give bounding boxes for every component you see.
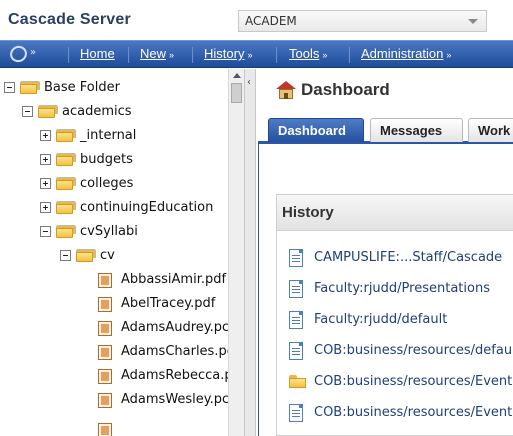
nav-separator [192,47,193,63]
history-link[interactable]: Faculty:rjudd/Presentations [314,281,490,296]
site-select-value: ACADEM [245,14,297,28]
pdf-icon [98,345,112,360]
folder-icon [289,375,306,388]
tree-item-label: cv [100,248,115,263]
tab-label: Work [478,123,511,138]
cascade-menu-button[interactable]: » [7,43,37,65]
folder-icon [56,177,76,190]
site-select[interactable]: ACADEM [238,10,487,32]
nav-separator [128,47,129,63]
top-header: Cascade Server ACADEM [0,0,513,40]
expand-icon[interactable] [40,154,51,165]
expand-icon[interactable] [40,178,51,189]
app-logo: Cascade Server [8,11,131,28]
nav-new[interactable]: New» [140,46,174,61]
history-link[interactable]: COB:business/resources/Event [314,405,512,420]
nav-administration-label: Administration [361,46,444,61]
history-link[interactable]: Faculty:rjudd/default [314,312,447,327]
cascade-ring-icon [7,43,30,65]
pdf-icon [98,297,112,312]
double-chevron-down-icon: » [247,50,253,60]
panel-splitter[interactable]: ‹ [244,69,256,436]
nav-separator [349,47,350,63]
history-link[interactable]: COB:business/resources/defau [314,343,512,358]
collapse-icon[interactable] [40,226,51,237]
page-title: Dashboard [301,80,390,99]
pdf-icon [98,369,112,384]
history-link[interactable]: CAMPUSLIFE:...Staff/Cascade [314,250,502,265]
nav-separator [276,47,277,63]
folder-icon [38,105,58,118]
tree-item-label: colleges [80,176,134,191]
page-icon [289,404,303,422]
double-chevron-down-icon: » [446,50,452,60]
expand-icon[interactable] [40,130,51,141]
folder-icon [76,249,96,262]
nav-tools-label: Tools [289,46,320,61]
nav-new-label: New [140,46,167,61]
history-link[interactable]: COB:business/resources/Event [314,374,512,389]
tab-label: Dashboard [278,123,346,138]
collapse-left-icon[interactable]: ‹ [247,77,251,88]
scroll-up-icon[interactable] [233,73,241,78]
nav-history[interactable]: History» [204,46,252,61]
pdf-icon [98,321,112,336]
tree-item-label: continuingEducation [80,200,214,215]
tree-item-label: AdamsRebecca.p [121,368,233,383]
tab-label: Messages [380,123,443,138]
double-chevron-down-icon: » [30,47,37,58]
tree-item-label: budgets [80,152,133,167]
tree-item-label: AdamsAudrey.pc [121,320,230,335]
collapse-icon[interactable] [22,106,33,117]
nav-administration[interactable]: Administration» [361,46,451,61]
nav-history-label: History [204,46,245,61]
folder-icon [56,201,76,214]
folder-icon [56,129,76,142]
page-icon [289,249,303,267]
nav-separator [68,47,69,63]
collapse-icon[interactable] [60,250,71,261]
tab-messages[interactable]: Messages [370,118,463,142]
tab-dashboard[interactable]: Dashboard [268,118,364,142]
folder-tree: Base Folder academics _internal budgets … [0,69,244,436]
tree-scrollbar[interactable] [228,69,244,436]
collapse-icon[interactable] [4,82,15,93]
tree-item-label: _internal [80,128,137,143]
history-panel: History CAMPUSLIFE:...Staff/Cascade Facu… [276,194,513,436]
nav-home-label: Home [80,46,115,61]
scroll-thumb[interactable] [231,83,242,103]
history-header: History [277,195,513,231]
pdf-icon [98,423,112,436]
tree-item-label: Base Folder [44,80,120,95]
tree-item-label: AdamsCharles.pc [121,344,234,359]
double-chevron-down-icon: » [322,50,328,60]
page-icon [289,342,303,360]
double-chevron-down-icon: » [169,50,175,60]
folder-icon [20,81,40,94]
nav-home[interactable]: Home [80,46,115,61]
chevron-down-icon [468,19,478,24]
main-nav: » Home New» History» Tools» Administrati… [0,40,513,68]
expand-icon[interactable] [40,202,51,213]
pdf-icon [98,273,112,288]
tree-item-label: AdamsWesley.pc [121,392,230,407]
nav-tools[interactable]: Tools» [289,46,327,61]
page-icon [289,280,303,298]
pdf-icon [98,393,112,408]
tree-item-label: AbbassiAmir.pdf [121,272,227,287]
home-icon [276,81,296,99]
tree-item-label: academics [62,104,132,119]
folder-icon [56,225,76,238]
tree-item-label: cvSyllabi [80,224,138,239]
tab-workflows[interactable]: Work [468,118,513,142]
history-title: History [282,204,334,221]
page-icon [289,311,303,329]
tree-item-label: AbelTracey.pdf [121,296,216,311]
folder-icon [56,153,76,166]
